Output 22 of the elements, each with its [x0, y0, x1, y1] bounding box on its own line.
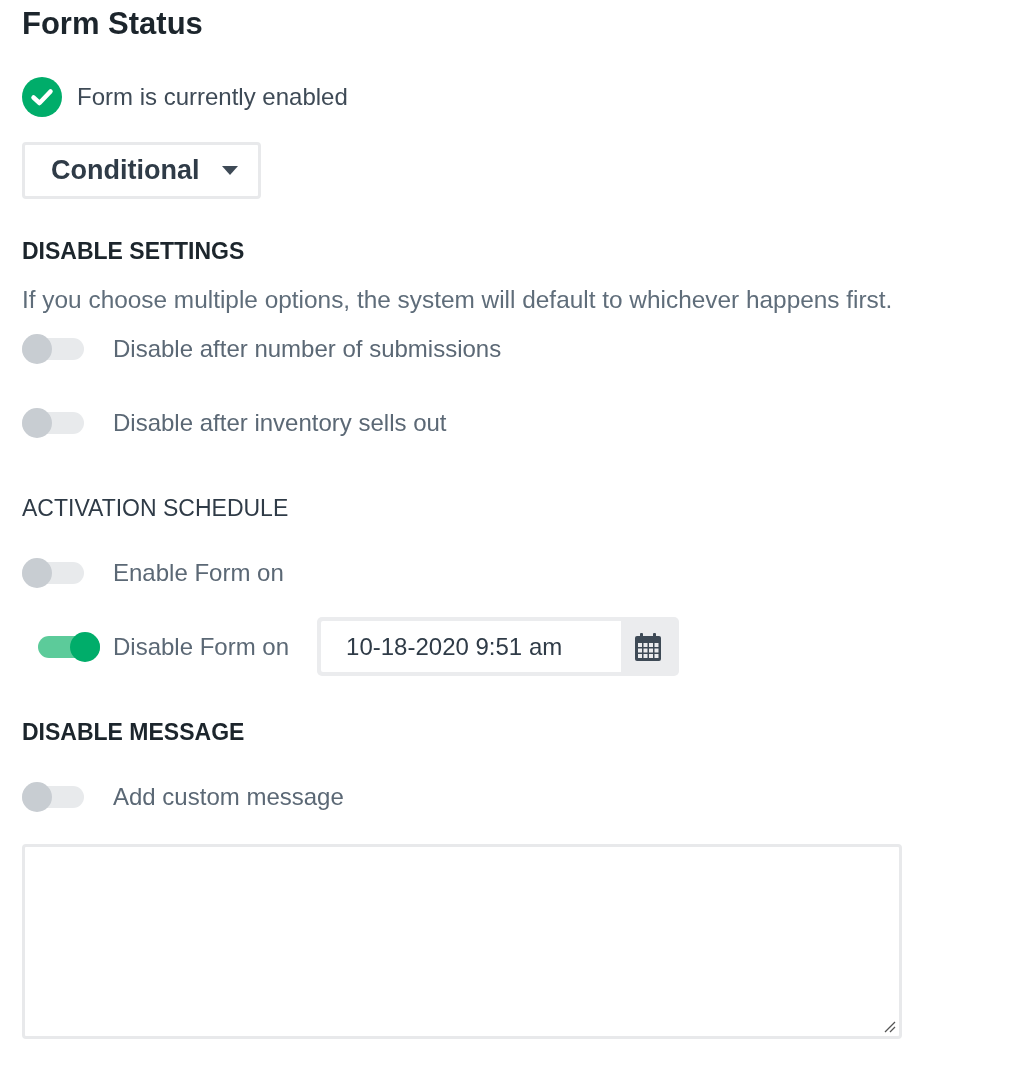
toggle-label: Disable after inventory sells out	[113, 409, 447, 437]
toggle-switch[interactable]	[22, 408, 84, 438]
toggle-label: Disable after number of submissions	[113, 335, 502, 363]
resize-handle-icon[interactable]	[884, 1021, 896, 1033]
form-status-title: Form Status	[22, 6, 204, 42]
toggle-switch[interactable]	[22, 334, 84, 364]
calendar-icon	[635, 632, 662, 661]
section-note: If you choose multiple options, the system will default to whichever happens first.	[22, 286, 894, 314]
section-heading: DISABLE MESSAGE	[22, 719, 246, 745]
toggle-label: Enable Form on	[113, 559, 284, 587]
status-text: Form is currently enabled	[77, 83, 348, 111]
section-heading: DISABLE SETTINGS	[22, 238, 246, 264]
caret-icon	[222, 166, 238, 175]
toggle-switch[interactable]	[22, 558, 84, 588]
mode-dropdown[interactable]: Conditional	[22, 142, 261, 199]
section-heading: ACTIVATION SCHEDULE	[22, 495, 290, 521]
message-field[interactable]	[22, 844, 902, 1039]
toggle-switch[interactable]	[38, 632, 100, 662]
toggle-label: Add custom message	[113, 783, 344, 811]
date-input[interactable]: 10-18-2020 9:51 am	[321, 621, 622, 672]
toggle-label: Disable Form on	[113, 633, 290, 661]
toggle-switch[interactable]	[22, 782, 84, 812]
